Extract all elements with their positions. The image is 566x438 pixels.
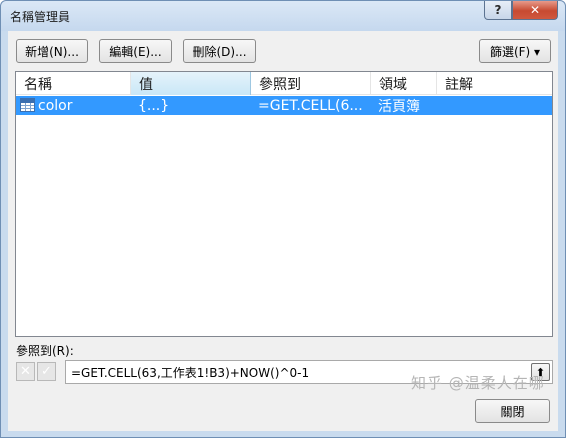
title-bar[interactable]: 名稱管理員 ? ✕ — [1, 1, 565, 31]
column-header-value[interactable]: 值 — [131, 72, 251, 95]
delete-button[interactable]: 刪除(D)... — [183, 39, 256, 63]
dialog-body: 新增(N)... 編輯(E)... 刪除(D)... 篩選(F) ▾ 名稱 值 … — [8, 31, 558, 431]
table-row[interactable]: color {...} =GET.CELL(6... 活頁簿 — [16, 96, 552, 115]
edit-button[interactable]: 編輯(E)... — [99, 39, 172, 63]
watermark-text: 知乎 @温柔人在哪 — [411, 374, 545, 392]
refers-to-label: 參照到(R): — [16, 344, 74, 358]
close-button[interactable]: 關閉 — [475, 399, 550, 423]
cell-value: {...} — [138, 97, 170, 114]
name-range-icon — [20, 98, 35, 112]
names-list[interactable]: 名稱 值 參照到 領域 註解 color {...} =GET.CELL(6..… — [15, 71, 553, 337]
column-header-comment[interactable]: 註解 — [437, 72, 552, 95]
cancel-edit-icon[interactable]: ✕ — [16, 362, 35, 381]
cell-scope: 活頁簿 — [378, 98, 420, 115]
window-close-button[interactable]: ✕ — [512, 1, 558, 20]
column-header-refers-to[interactable]: 參照到 — [251, 72, 371, 95]
help-button[interactable]: ? — [484, 1, 512, 20]
filter-button[interactable]: 篩選(F) ▾ — [479, 39, 551, 63]
column-header-name[interactable]: 名稱 — [16, 72, 131, 95]
window-title: 名稱管理員 — [10, 10, 71, 24]
name-manager-window: 名稱管理員 ? ✕ 新增(N)... 編輯(E)... 刪除(D)... 篩選(… — [0, 0, 566, 438]
cell-comment — [444, 96, 544, 115]
list-header: 名稱 值 參照到 領域 註解 — [16, 72, 552, 95]
column-header-scope[interactable]: 領域 — [371, 72, 437, 95]
new-button[interactable]: 新增(N)... — [16, 39, 88, 63]
cell-name: color — [38, 97, 73, 114]
refers-to-value: =GET.CELL(63,工作表1!B3)+NOW()^0-1 — [71, 365, 310, 380]
cell-refers-to: =GET.CELL(6... — [258, 97, 363, 114]
confirm-edit-icon[interactable]: ✓ — [37, 362, 56, 381]
